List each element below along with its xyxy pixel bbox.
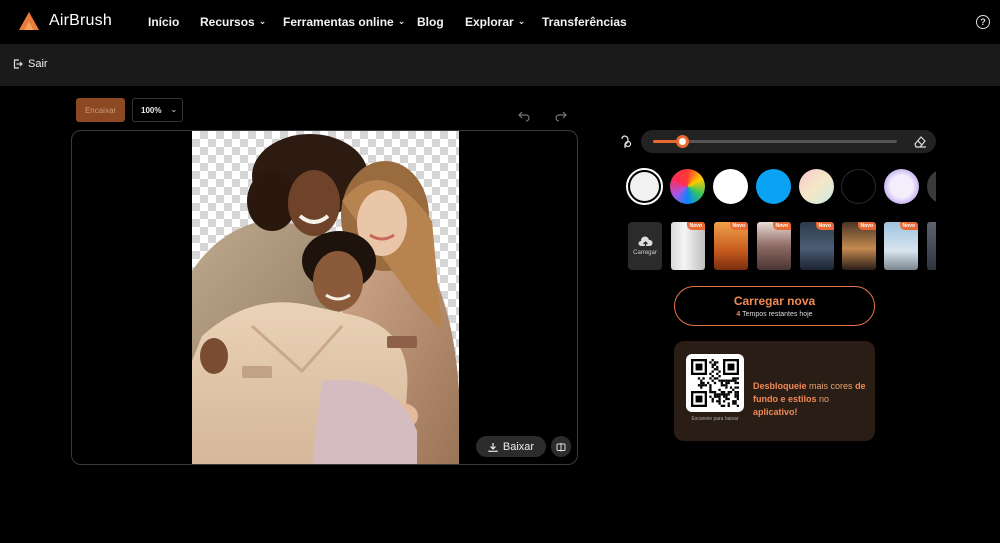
nav-item-inicio[interactable]: Início (148, 15, 179, 29)
editor-canvas[interactable]: Baixar (71, 130, 578, 465)
background-tile-night-city[interactable]: Novo (800, 222, 834, 270)
exit-button[interactable]: Sair (13, 58, 48, 70)
download-icon (488, 442, 498, 452)
new-badge: Novo (899, 222, 918, 230)
nav-item-transferencias[interactable]: Transferências (542, 15, 627, 29)
eraser-icon[interactable] (913, 135, 927, 148)
new-badge: Novo (772, 222, 791, 230)
airbrush-logo-icon (19, 12, 39, 30)
swatch-light-gray[interactable] (626, 168, 663, 205)
swatch-black[interactable] (841, 169, 876, 204)
redo-icon[interactable] (555, 110, 567, 122)
new-badge: Novo (815, 222, 834, 230)
slider-thumb[interactable] (676, 135, 690, 148)
download-label: Baixar (502, 440, 535, 453)
background-tile-luxury-lobby[interactable]: Novo (842, 222, 876, 270)
swatch-sky-blue[interactable] (756, 169, 791, 204)
nav-item-recursos[interactable]: Recursos ⌄ (200, 15, 266, 29)
background-tile-pagoda-street[interactable]: Novo (757, 222, 791, 270)
zoom-select[interactable]: 100% ⌄ (132, 98, 183, 122)
new-badge: Novo (686, 222, 705, 230)
chevron-down-icon: ⌄ (517, 15, 526, 26)
women-photo-illustration (192, 134, 459, 464)
chevron-down-icon: ⌄ (397, 15, 406, 26)
qr-code-icon (691, 359, 739, 407)
logo[interactable]: AirBrush (18, 11, 112, 31)
slider-track (653, 135, 897, 148)
brush-controls (613, 130, 936, 153)
new-badge: Novo (729, 222, 748, 230)
swatch-rainbow[interactable] (670, 169, 705, 204)
background-tile-city-partial[interactable] (927, 222, 936, 270)
top-navigation: AirBrush Início Recursos ⌄ Ferramentas o… (0, 0, 1000, 44)
swatch-dark[interactable] (927, 169, 936, 204)
background-tile-eiffel-tower[interactable]: Novo (884, 222, 918, 270)
fit-button[interactable]: Encaixar (76, 98, 125, 122)
new-badge: Novo (857, 222, 876, 230)
remaining-count: 4 (736, 311, 741, 318)
promo-text: Desbloqueie mais cores de fundo e estilo… (753, 380, 867, 418)
qr-code (686, 354, 744, 412)
exit-label: Sair (28, 58, 48, 70)
background-image-list: Carregar Novo Novo Novo Novo Novo Novo (628, 222, 936, 270)
nav-label: Recursos (200, 15, 255, 29)
remaining-uses: 4 Tempos restantes hoje (675, 311, 874, 318)
promo-text-a: Desbloqueie (753, 381, 807, 391)
nav-label: Início (148, 15, 180, 29)
upload-tile-label: Carregar (633, 250, 657, 256)
chevron-down-icon: ⌄ (258, 15, 267, 26)
zoom-value: 100% (141, 105, 162, 115)
cloud-upload-icon (638, 236, 653, 247)
subject-image (192, 131, 459, 464)
qr-caption: Escaneie para baixar (691, 416, 739, 422)
chevron-down-icon: ⌄ (170, 104, 178, 114)
promo-text-e: aplicativo! (753, 406, 798, 417)
remaining-text: Tempos restantes hoje (742, 311, 813, 318)
promo-text-b: mais cores (809, 381, 853, 391)
app-name: AirBrush (49, 12, 112, 29)
swatch-lavender-ring[interactable] (884, 169, 919, 204)
background-color-swatches (626, 168, 936, 206)
nav-item-blog[interactable]: Blog (417, 15, 444, 29)
upload-new-button[interactable]: Carregar nova 4 Tempos restantes hoje (674, 286, 875, 326)
background-tile-autumn-forest[interactable]: Novo (714, 222, 748, 270)
nav-label: Explorar (465, 15, 514, 29)
promo-text-d: no (819, 393, 830, 404)
editor-subbar: Sair (0, 44, 1000, 86)
swatch-white[interactable] (713, 169, 748, 204)
download-button[interactable]: Baixar (476, 436, 546, 457)
compare-icon (556, 442, 566, 451)
nav-item-explorar[interactable]: Explorar ⌄ (465, 15, 525, 29)
nav-label: Ferramentas online (283, 15, 394, 29)
nav-label: Blog (417, 15, 444, 29)
compare-button[interactable] (551, 436, 571, 457)
nav-label: Transferências (542, 15, 627, 29)
undo-icon[interactable] (518, 110, 530, 122)
upload-new-label: Carregar nova (733, 294, 816, 308)
question-circle-icon[interactable]: ? (976, 15, 990, 29)
exit-icon (13, 59, 23, 69)
background-tile-white-studio[interactable]: Novo (671, 222, 705, 270)
upload-background-button[interactable]: Carregar (628, 222, 662, 270)
swatch-pastel-gradient[interactable] (799, 169, 834, 204)
brush-size-slider[interactable] (641, 130, 936, 153)
brush-icon[interactable] (620, 135, 633, 149)
nav-item-ferramentas[interactable]: Ferramentas online ⌄ (283, 15, 405, 29)
app-promo-card: Escaneie para baixar Desbloqueie mais co… (674, 341, 875, 441)
